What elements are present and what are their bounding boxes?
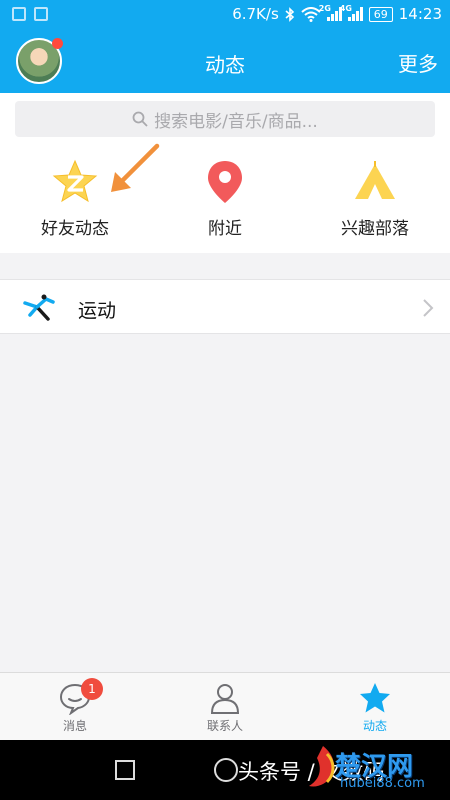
entry-label: 附近 (208, 219, 242, 239)
tab-contacts[interactable]: 联系人 (150, 673, 300, 740)
search-placeholder: 搜索电影/音乐/商品... (154, 111, 318, 132)
tab-feed[interactable]: 动态 (300, 673, 450, 740)
chevron-right-icon (423, 299, 434, 317)
page-title: 动态 (205, 53, 245, 77)
app-header: 动态 更多 (0, 30, 450, 93)
gallery-notification-icon (12, 7, 26, 21)
search-icon (132, 111, 148, 127)
tab-label: 消息 (62, 719, 87, 733)
quick-entry-grid: 好友动态 附近 兴趣部落 (0, 153, 450, 253)
tab-label: 动态 (362, 719, 387, 733)
entry-interest-tribe[interactable]: 兴趣部落 (300, 153, 450, 253)
recents-button[interactable] (115, 760, 135, 780)
tent-icon (355, 161, 395, 199)
search-input[interactable]: 搜索电影/音乐/商品... (15, 101, 435, 137)
location-pin-icon (208, 161, 242, 203)
person-icon (210, 684, 240, 714)
annotation-arrow-icon (111, 143, 160, 192)
tab-messages[interactable]: 1 消息 (0, 673, 150, 740)
bottom-tab-bar: 1 消息 联系人 动态 (0, 672, 450, 740)
list-item-label: 运动 (78, 300, 117, 322)
network-speed: 6.7K/s (232, 5, 279, 23)
top-panel: 搜索电影/音乐/商品... 好友动态 附近 兴趣部落 (0, 93, 450, 253)
notification-icons (12, 7, 48, 21)
home-button[interactable] (214, 758, 238, 782)
entry-label: 好友动态 (41, 219, 109, 239)
running-icon (23, 294, 55, 321)
entry-nearby[interactable]: 附近 (150, 153, 300, 253)
avatar-notification-dot (52, 38, 63, 49)
bluetooth-icon (285, 6, 294, 22)
entry-label: 兴趣部落 (341, 219, 409, 239)
wifi-icon (301, 6, 321, 22)
sim1-network-type: 2G (318, 4, 331, 13)
star-z-icon (52, 159, 98, 203)
status-indicators: 6.7K/s 2G 4G 69 14:23 (232, 4, 442, 23)
watermark-domain: hubei88.com (340, 776, 425, 791)
sim2-network-type: 4G (339, 4, 352, 13)
signal-icon-sim2: 4G (340, 4, 363, 21)
battery-icon: 69 (368, 6, 393, 22)
status-bar: 6.7K/s 2G 4G 69 14:23 (0, 0, 450, 30)
unread-badge: 1 (81, 678, 103, 700)
tab-label: 联系人 (206, 719, 243, 733)
star-icon (360, 683, 390, 713)
list-item-sport[interactable]: 运动 (0, 279, 450, 334)
more-button[interactable]: 更多 (398, 48, 438, 77)
sim-notification-icon (34, 7, 48, 21)
clock: 14:23 (398, 5, 442, 23)
